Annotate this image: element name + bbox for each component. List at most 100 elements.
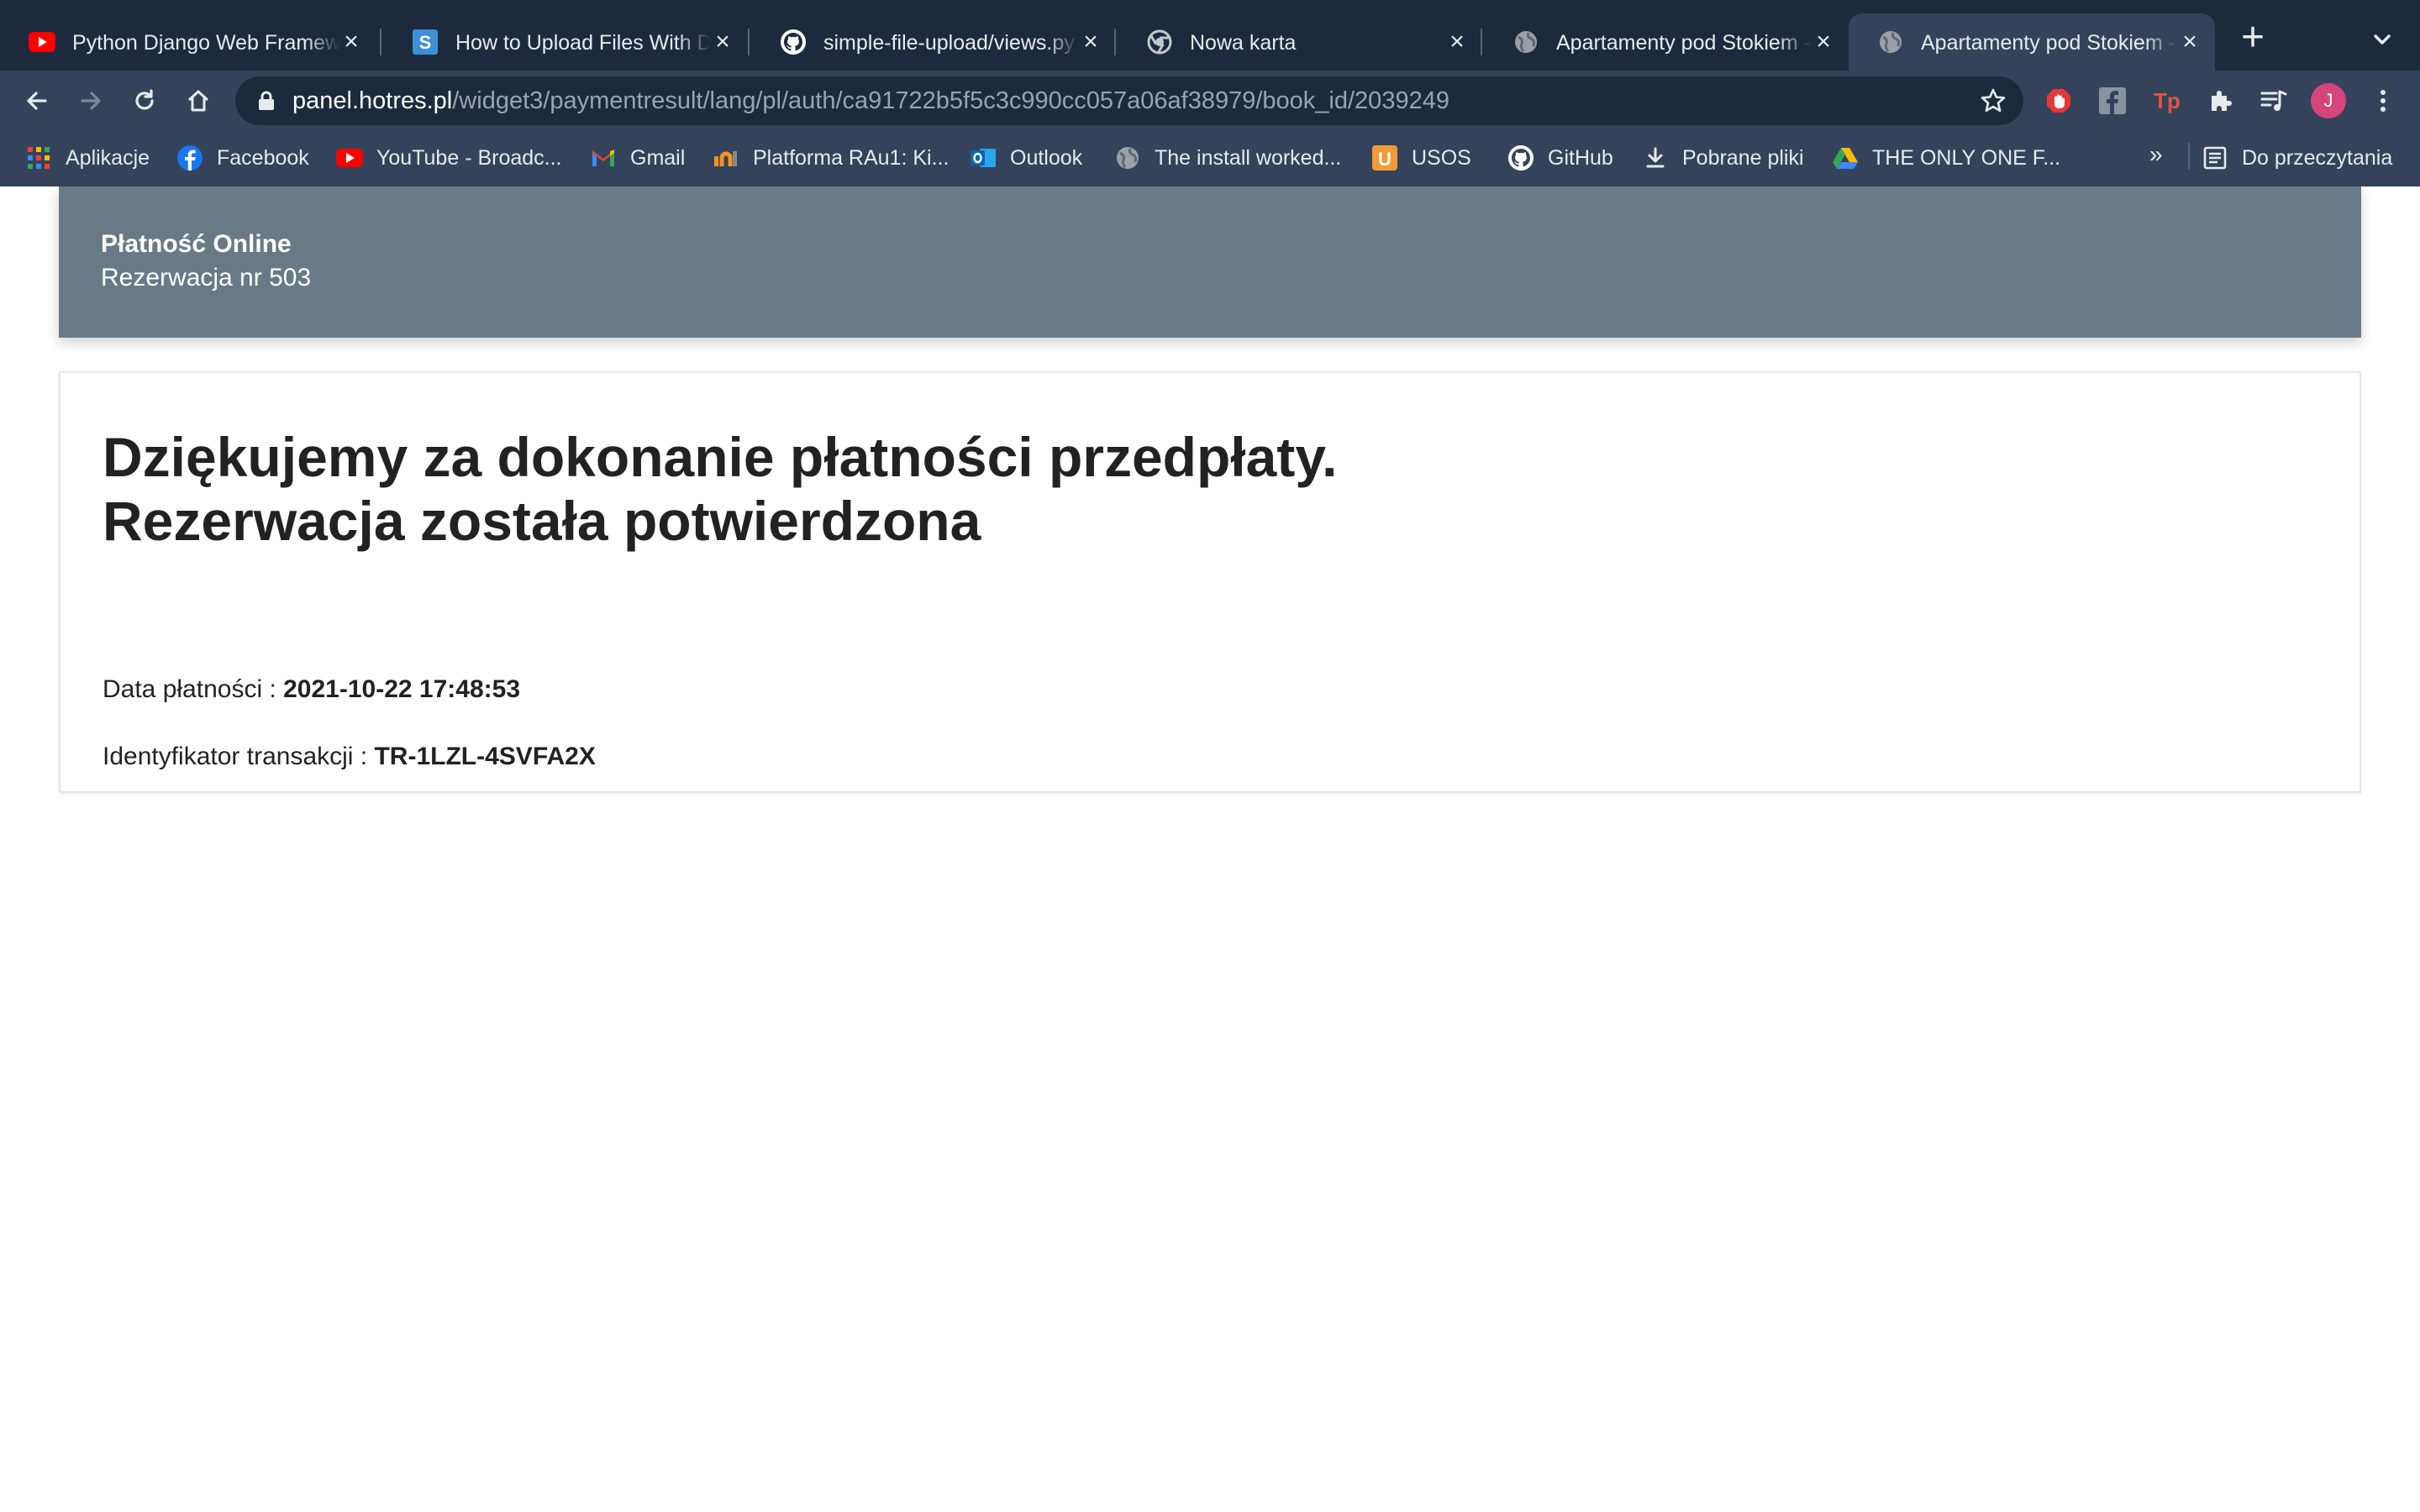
bookmark-platforma[interactable]: Platforma RAu1: Ki... xyxy=(713,141,949,175)
reload-icon xyxy=(135,89,154,110)
tab-title: Python Django Web Framework - Full Cours… xyxy=(72,29,339,57)
youtube-icon xyxy=(29,29,55,55)
drive-icon xyxy=(1832,144,1859,171)
tab-separator xyxy=(1481,29,1482,55)
gmail-icon xyxy=(590,144,617,171)
bookmark-label: Facebook xyxy=(217,145,309,170)
confirmation-card: Dziękujemy za dokonanie płatności przedp… xyxy=(59,371,2361,793)
close-tab-icon[interactable]: × xyxy=(709,29,736,55)
apps-grid-icon xyxy=(25,144,52,171)
address-bar[interactable]: panel.hotres.pl/widget3/paymentresult/la… xyxy=(235,76,2023,125)
forward-button[interactable] xyxy=(74,84,108,118)
bookmark-outlook[interactable]: Outlook xyxy=(970,141,1082,175)
new-tab-button[interactable]: + xyxy=(2235,18,2270,58)
bookmark-star-icon[interactable] xyxy=(1980,87,2007,114)
tab-separator xyxy=(1114,29,1116,55)
url-path: /widget3/paymentresult/lang/pl/auth/ca91… xyxy=(452,87,1449,114)
bookmark-label: Outlook xyxy=(1010,145,1083,170)
bookmark-label: USOS xyxy=(1412,145,1471,170)
home-icon xyxy=(187,90,209,112)
tab-title: How to Upload Files With Django xyxy=(455,29,711,57)
tab-apartamenty-1[interactable]: Apartamenty pod Stokiem - Płatność × xyxy=(1484,13,1849,71)
bookmark-gmail[interactable]: Gmail xyxy=(590,141,685,175)
bookmarks-divider xyxy=(2188,143,2190,170)
confirmation-heading: Dziękujemy za dokonanie płatności przedp… xyxy=(103,425,1337,553)
home-button[interactable] xyxy=(182,84,215,118)
reading-list-icon xyxy=(2202,144,2228,171)
globe-icon xyxy=(1512,29,1539,55)
bookmarks-bar: Aplikacje Facebook YouTube - Broadc... G… xyxy=(0,131,2420,186)
bookmark-aplikacje[interactable]: Aplikacje xyxy=(25,141,150,175)
heading-line-1: Dziękujemy za dokonanie płatności przedp… xyxy=(103,426,1338,488)
close-tab-icon[interactable]: × xyxy=(338,29,365,55)
media-control-icon[interactable] xyxy=(2259,86,2289,116)
reading-list-label: Do przeczytania xyxy=(2242,145,2393,170)
download-icon xyxy=(1642,144,1669,171)
tab-title: Apartamenty pod Stokiem - Płatność xyxy=(1556,29,1812,57)
github-icon xyxy=(1507,144,1534,171)
close-tab-icon[interactable]: × xyxy=(1077,29,1104,55)
facebook-extension-icon[interactable] xyxy=(2097,86,2128,116)
tp-extension-icon[interactable]: Tp xyxy=(2151,86,2181,116)
transaction-id-label: Identyfikator transakcji : xyxy=(103,743,368,770)
bookmark-label: Pobrane pliki xyxy=(1682,145,1804,170)
tab-strip: Python Django Web Framework - Full Cours… xyxy=(0,0,2420,71)
reading-list-button[interactable]: Do przeczytania xyxy=(2202,141,2392,175)
svg-text:S: S xyxy=(419,32,432,53)
payment-date-value: 2021-10-22 17:48:53 xyxy=(283,675,521,703)
bookmark-facebook[interactable]: Facebook xyxy=(176,141,309,175)
bookmark-drive[interactable]: THE ONLY ONE F... xyxy=(1832,141,2060,175)
tab-python-django[interactable]: Python Django Web Framework - Full Cours… xyxy=(0,13,376,71)
facebook-icon xyxy=(176,144,203,171)
tab-search-chevron-icon[interactable] xyxy=(2368,25,2396,54)
browser-menu-icon[interactable] xyxy=(2375,86,2391,116)
tab-title: Apartamenty pod Stokiem - Płatność xyxy=(1921,29,2178,57)
payment-date-row: Data płatności : 2021-10-22 17:48:53 xyxy=(103,675,520,704)
tab-title: Nowa karta xyxy=(1190,29,1445,57)
close-tab-icon[interactable]: × xyxy=(2176,29,2203,55)
extensions-puzzle-icon[interactable] xyxy=(2205,86,2235,116)
bookmark-install-worked[interactable]: The install worked... xyxy=(1114,141,1341,175)
bookmark-usos[interactable]: U USOS xyxy=(1371,141,1471,175)
payment-header: Płatność Online Rezerwacja nr 503 xyxy=(59,186,2361,338)
lock-icon[interactable] xyxy=(257,91,276,111)
bookmark-label: The install worked... xyxy=(1155,145,1342,170)
url-host: panel.hotres.pl xyxy=(292,87,453,114)
reload-button[interactable] xyxy=(128,84,161,118)
bookmark-label: THE ONLY ONE F... xyxy=(1872,145,2061,170)
heading-line-2: Rezerwacja została potwierdzona xyxy=(103,490,981,552)
globe-icon xyxy=(1114,144,1141,171)
header-title: Płatność Online xyxy=(101,230,292,258)
url-text[interactable]: panel.hotres.pl/widget3/paymentresult/la… xyxy=(292,87,1449,115)
github-icon xyxy=(780,29,807,55)
svg-text:Tp: Tp xyxy=(2154,88,2181,113)
bookmark-github[interactable]: GitHub xyxy=(1507,141,1613,175)
back-button[interactable] xyxy=(20,84,54,118)
tab-github-views[interactable]: simple-file-upload/views.py × xyxy=(751,13,1116,71)
bookmark-youtube[interactable]: YouTube - Broadc... xyxy=(336,141,562,175)
outlook-icon xyxy=(970,144,997,171)
forward-arrow-icon xyxy=(81,92,101,110)
close-tab-icon[interactable]: × xyxy=(1810,29,1837,55)
profile-avatar[interactable]: J xyxy=(2311,83,2346,118)
transaction-id-row: Identyfikator transakcji : TR-1LZL-4SVFA… xyxy=(103,743,596,771)
tab-upload-files[interactable]: S How to Upload Files With Django × xyxy=(383,13,748,71)
bookmark-pobrane-pliki[interactable]: Pobrane pliki xyxy=(1642,141,1804,175)
tab-new-tab[interactable]: Nowa karta × xyxy=(1118,13,1482,71)
bookmark-label: YouTube - Broadc... xyxy=(376,145,562,170)
reservation-number: Rezerwacja nr 503 xyxy=(101,264,312,291)
svg-text:U: U xyxy=(1378,149,1392,170)
adblock-extension-icon[interactable] xyxy=(2044,86,2074,116)
tab-separator xyxy=(748,29,750,55)
bookmark-label: Gmail xyxy=(630,145,686,170)
usos-icon: U xyxy=(1371,144,1398,171)
globe-icon xyxy=(1877,29,1904,55)
tab-apartamenty-active[interactable]: Apartamenty pod Stokiem - Płatność × xyxy=(1849,13,2215,71)
s-site-icon: S xyxy=(412,29,439,55)
back-arrow-icon xyxy=(27,92,47,110)
close-tab-icon[interactable]: × xyxy=(1444,29,1470,55)
platforma-icon xyxy=(713,144,739,171)
youtube-icon xyxy=(336,144,363,171)
bookmark-label: Platforma RAu1: Ki... xyxy=(753,145,950,170)
bookmarks-overflow-button[interactable]: » xyxy=(2149,141,2163,168)
